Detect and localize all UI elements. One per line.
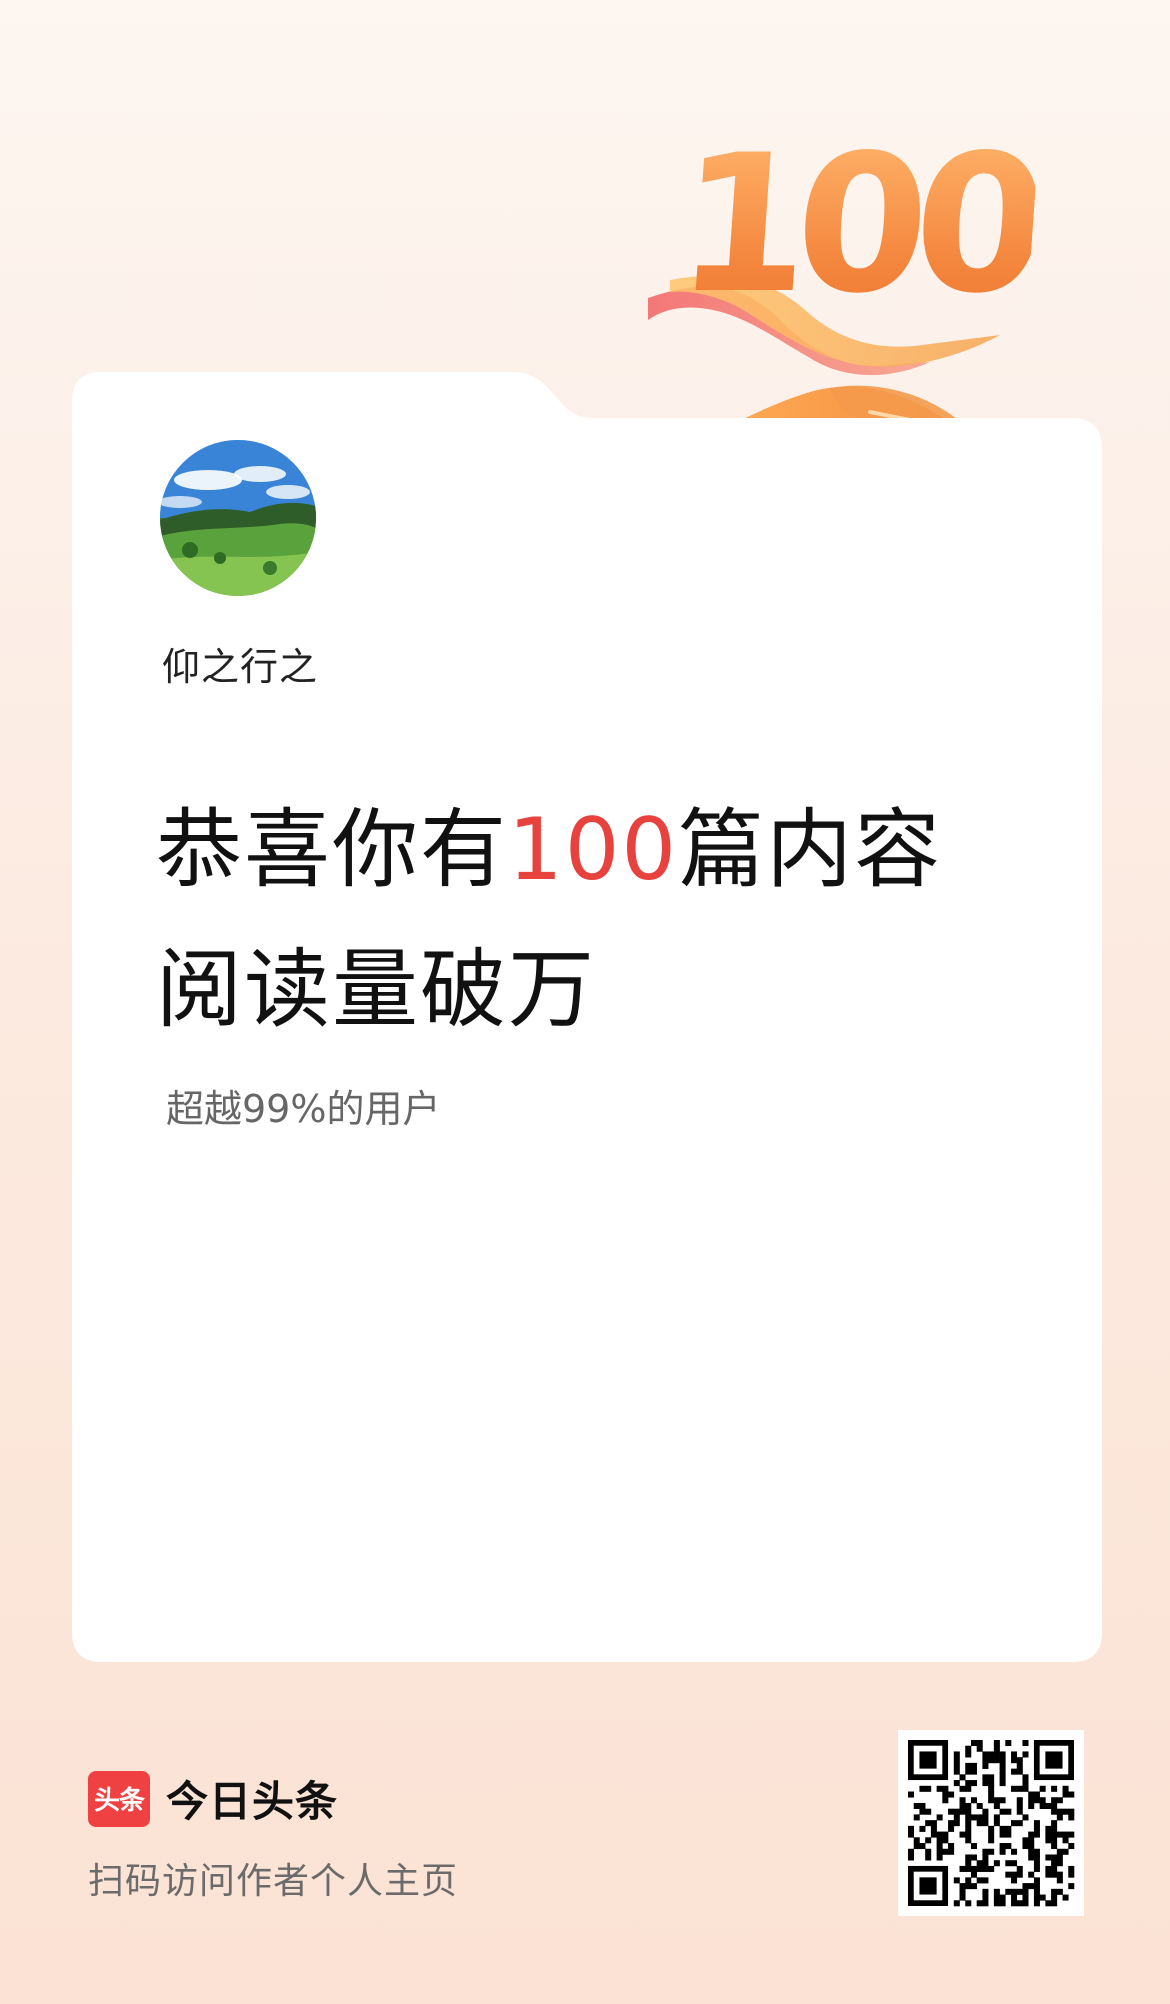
badge-number: 100 — [670, 114, 1041, 335]
landscape-avatar-icon — [160, 440, 316, 596]
qr-code-icon[interactable] — [898, 1730, 1084, 1916]
headline-line2: 阅读量破万 — [156, 940, 596, 1040]
ranking-subtext: 超越99%的用户 — [166, 1087, 441, 1131]
headline-part1: 恭喜你有 — [156, 800, 508, 900]
scan-hint: 扫码访问作者个人主页 — [88, 1861, 459, 1902]
brand: 头条 今日头条 — [88, 1768, 338, 1829]
username: 仰之行之 — [162, 645, 319, 689]
user-avatar[interactable] — [160, 440, 316, 596]
brand-name: 今日头条 — [166, 1777, 339, 1826]
headline-number: 100 — [508, 800, 679, 900]
headline-part2: 篇内容 — [678, 800, 943, 900]
toutiao-logo-icon: 头条 — [88, 1770, 150, 1827]
qr-code-pattern — [908, 1740, 1075, 1907]
achievement-headline: 恭喜你有100篇内容 阅读量破万 — [156, 780, 1036, 1060]
